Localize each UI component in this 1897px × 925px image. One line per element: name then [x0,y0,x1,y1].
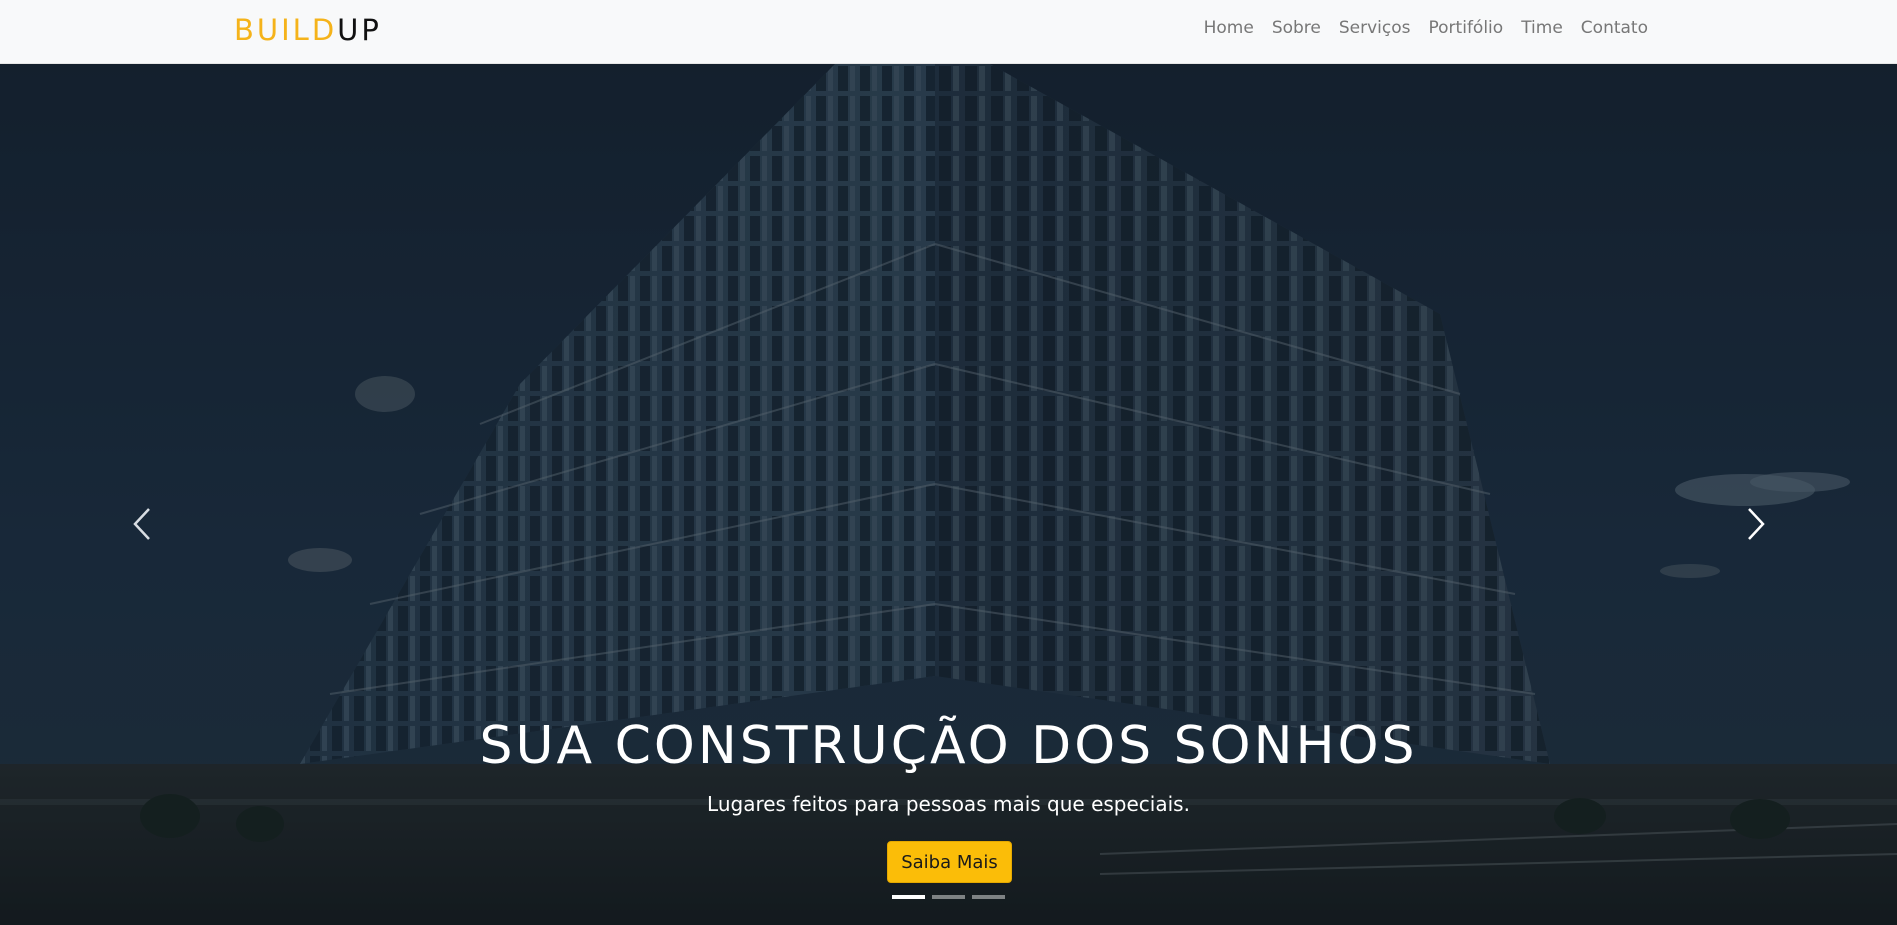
brand-logo-part2: UP [337,13,382,47]
nav-link-servicos[interactable]: Serviços [1330,17,1420,39]
hero-subtitle: Lugares feitos para pessoas mais que esp… [707,792,1190,816]
nav-link-contato[interactable]: Contato [1572,17,1657,39]
saiba-mais-button[interactable]: Saiba Mais [887,841,1012,883]
nav-menu: Home Sobre Serviços Portifólio Time Cont… [1195,17,1657,39]
hero-carousel: SUA CONSTRUÇÃO DOS SONHOS Lugares feitos… [0,64,1897,925]
carousel-next-button[interactable] [1736,504,1776,544]
nav-link-portifolio[interactable]: Portifólio [1420,17,1513,39]
carousel-indicator-3[interactable] [972,895,1005,899]
brand-logo[interactable]: BUILDUP [234,13,382,47]
chevron-left-icon [133,508,150,540]
chevron-right-icon [1748,508,1765,540]
nav-link-sobre[interactable]: Sobre [1263,17,1330,39]
carousel-indicator-2[interactable] [932,895,965,899]
nav-link-home[interactable]: Home [1195,17,1263,39]
carousel-indicators [892,895,1005,899]
nav-link-time[interactable]: Time [1512,17,1572,39]
carousel-prev-button[interactable] [122,504,162,544]
carousel-indicator-1[interactable] [892,895,925,899]
brand-logo-part1: BUILD [234,13,338,47]
hero-title: SUA CONSTRUÇÃO DOS SONHOS [479,716,1418,776]
navbar: BUILDUP Home Sobre Serviços Portifólio T… [0,0,1897,64]
